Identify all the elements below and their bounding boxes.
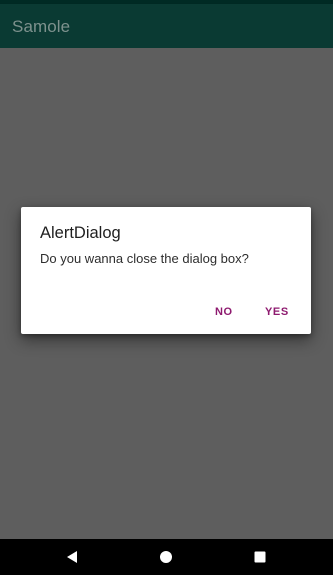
app-bar: Samole xyxy=(0,4,333,48)
navigation-bar xyxy=(0,539,333,575)
recents-button[interactable] xyxy=(240,539,280,575)
back-triangle-icon xyxy=(67,551,77,563)
home-circle-icon xyxy=(160,551,172,563)
dialog-message: Do you wanna close the dialog box? xyxy=(40,251,249,266)
app-title: Samole xyxy=(12,17,71,36)
home-button[interactable] xyxy=(146,539,186,575)
dialog-title: AlertDialog xyxy=(40,224,121,242)
no-button[interactable]: NO xyxy=(209,298,239,326)
back-button[interactable] xyxy=(52,539,92,575)
yes-button[interactable]: YES xyxy=(259,298,295,326)
alert-dialog: AlertDialog Do you wanna close the dialo… xyxy=(21,207,311,334)
recents-square-icon xyxy=(254,551,266,563)
